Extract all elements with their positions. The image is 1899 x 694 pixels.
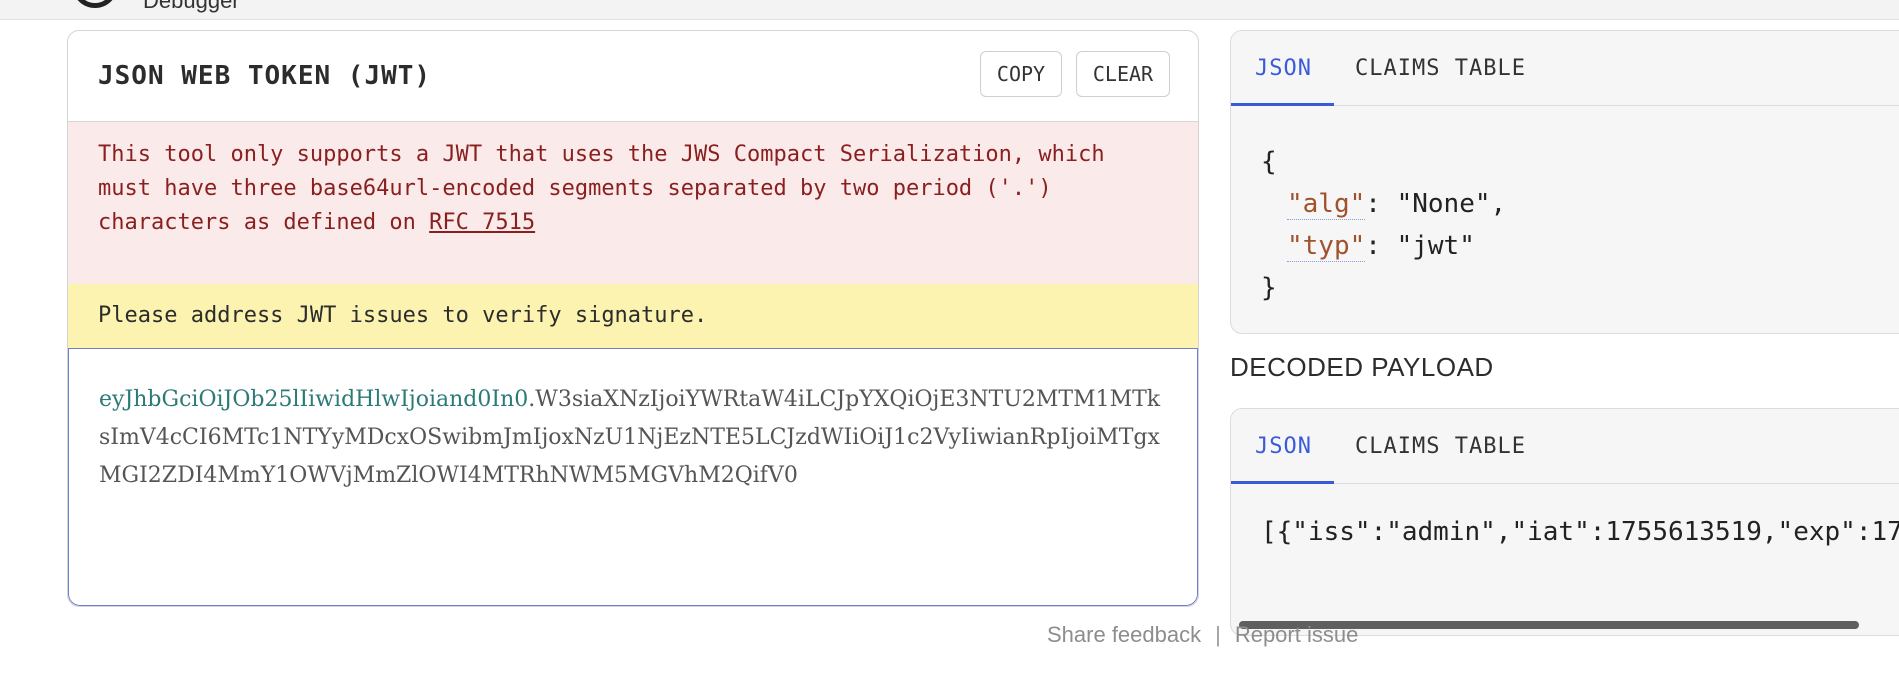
json-close-brace: } — [1261, 273, 1277, 303]
payload-tabs: JSON CLAIMS TABLE — [1231, 409, 1899, 484]
report-issue-link[interactable]: Report issue — [1235, 622, 1359, 648]
tab-json[interactable]: JSON — [1231, 31, 1334, 106]
json-key-typ[interactable]: "typ" — [1287, 231, 1366, 262]
card-header: JSON WEB TOKEN (JWT) COPY CLEAR — [68, 31, 1198, 122]
share-feedback-link[interactable]: Share feedback — [1047, 622, 1201, 648]
warning-message: Please address JWT issues to verify sign… — [68, 284, 1198, 348]
top-nav: Debugger — [0, 0, 1899, 20]
token-header-segment: eyJhbGciOiJOb25lIiwidHlwIjoiand0In0 — [99, 387, 529, 412]
header-tabs: JSON CLAIMS TABLE — [1231, 31, 1899, 106]
decoded-payload-title: DECODED PAYLOAD — [1230, 352, 1494, 382]
json-value-typ: "jwt" — [1396, 231, 1475, 261]
json-colon: : — [1365, 231, 1397, 261]
error-text: This tool only supports a JWT that uses … — [98, 142, 1105, 235]
decoded-column: JSON CLAIMS TABLE { "alg": "None", "typ"… — [1230, 30, 1899, 680]
footer-separator: | — [1215, 622, 1221, 647]
footer: Share feedback | Report issue — [1047, 622, 1358, 648]
json-typ-line: "typ": "jwt" — [1287, 225, 1475, 267]
card-title: JSON WEB TOKEN (JWT) — [98, 61, 432, 91]
tab-claims-table[interactable]: CLAIMS TABLE — [1355, 409, 1526, 483]
json-alg-line: "alg": "None", — [1287, 183, 1506, 225]
copy-button[interactable]: COPY — [980, 51, 1062, 97]
clear-button[interactable]: CLEAR — [1076, 51, 1170, 97]
nav-title[interactable]: Debugger — [143, 0, 240, 14]
token-input[interactable]: eyJhbGciOiJOb25lIiwidHlwIjoiand0In0.W3si… — [68, 348, 1198, 606]
tab-json[interactable]: JSON — [1231, 409, 1334, 484]
rfc-link[interactable]: RFC 7515 — [429, 210, 535, 235]
decoded-payload-panel: JSON CLAIMS TABLE [{"iss":"admin","iat":… — [1230, 408, 1899, 636]
json-value-alg: "None", — [1396, 189, 1507, 219]
json-colon: : — [1365, 189, 1397, 219]
json-key-alg[interactable]: "alg" — [1287, 189, 1366, 220]
logo-icon[interactable] — [72, 0, 118, 8]
tab-claims-table[interactable]: CLAIMS TABLE — [1355, 31, 1526, 105]
encoded-jwt-card: JSON WEB TOKEN (JWT) COPY CLEAR This too… — [67, 30, 1199, 607]
json-open-brace: { — [1261, 147, 1277, 177]
payload-json-view: [{"iss":"admin","iat":1755613519,"exp":1… — [1261, 517, 1899, 547]
error-message: This tool only supports a JWT that uses … — [68, 122, 1198, 284]
decoded-header-panel: JSON CLAIMS TABLE { "alg": "None", "typ"… — [1230, 30, 1899, 334]
